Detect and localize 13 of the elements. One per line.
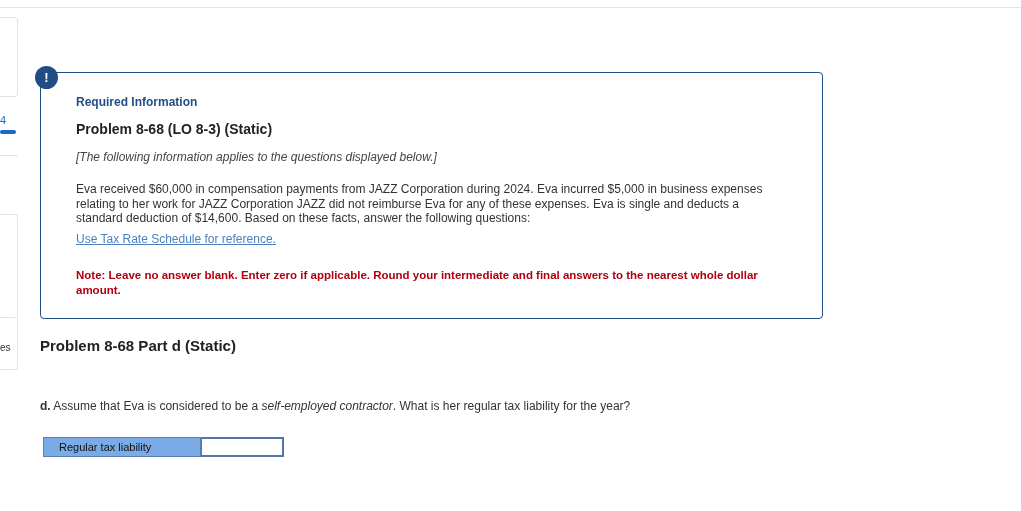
note-text: Note: Leave no answer blank. Enter zero if applicable. Round your intermediate and final answers to the nearest whole dollar amount. bbox=[76, 267, 759, 298]
section-heading: Required Information bbox=[76, 94, 199, 111]
problem-title: Problem 8-68 (LO 8-3) (Static) bbox=[76, 120, 274, 139]
question-text: d. Assume that Eva is considered to be a self-employed contractor. What is her regular tax liability for the year? bbox=[40, 398, 632, 415]
answer-input[interactable] bbox=[201, 437, 284, 457]
problem-text: Eva received $60,000 in compensation payments from JAZZ Corporation during 2024. Eva incurred $5,000 in business expenses relating to her work for JAZZ Corporation JAZZ did not reimburse Eva for any of these expenses. Eva is single and deducts a standard deduction of $14,600. Based on these facts, answer the following questions: bbox=[76, 182, 764, 226]
intro-text: [The following information applies to the questions displayed below.] bbox=[76, 149, 438, 166]
alert-icon: ! bbox=[35, 66, 58, 89]
answer-label: Regular tax liability bbox=[43, 437, 201, 457]
sidebar-label: es bbox=[0, 341, 11, 355]
tax-schedule-link[interactable]: Use Tax Rate Schedule for reference. bbox=[76, 231, 276, 246]
sidebar-label: 4 bbox=[0, 115, 7, 126]
part-title: Problem 8-68 Part d (Static) bbox=[40, 335, 237, 356]
